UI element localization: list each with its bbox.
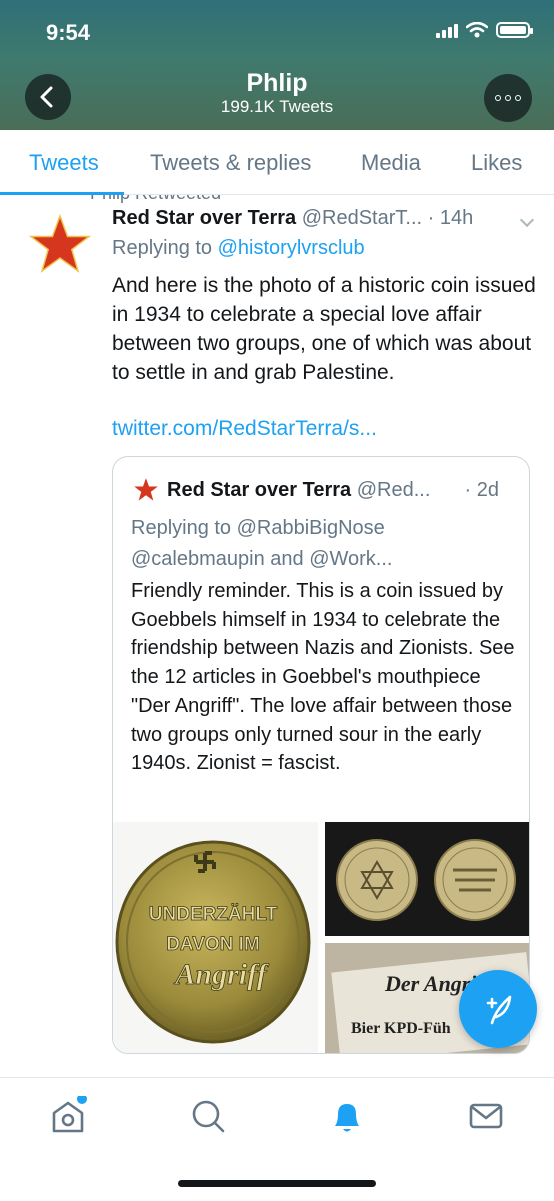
replying-to: Replying to @historylvrsclub bbox=[112, 237, 365, 260]
retweet-label: Phlip Retweeted bbox=[90, 195, 221, 204]
battery-icon bbox=[496, 22, 533, 38]
quoted-tweet-time: · 2d bbox=[464, 479, 499, 501]
avatar[interactable] bbox=[28, 213, 92, 277]
tweet-time: · 14h bbox=[427, 207, 474, 229]
nav-home[interactable] bbox=[48, 1094, 88, 1136]
more-dot-icon bbox=[515, 95, 521, 101]
status-icons bbox=[436, 22, 533, 38]
coin-text-line2: DAVON IM bbox=[166, 934, 260, 955]
home-indicator[interactable] bbox=[178, 1180, 376, 1187]
quoted-replying-to: Replying to @RabbiBigNose @calebmaupin a… bbox=[131, 513, 392, 575]
compose-feather-icon bbox=[486, 995, 512, 1025]
nav-notifications[interactable] bbox=[327, 1096, 367, 1136]
timeline[interactable]: Phlip Retweeted Red Star over Terra @Red… bbox=[0, 195, 554, 1077]
more-options-button[interactable] bbox=[484, 74, 532, 122]
tab-tweets[interactable]: Tweets bbox=[29, 150, 99, 176]
profile-tabs: Tweets Tweets & replies Media Likes bbox=[0, 130, 554, 195]
search-icon bbox=[192, 1100, 225, 1133]
notification-dot-icon bbox=[77, 1094, 87, 1104]
coin-text-line3: Angriff bbox=[173, 958, 269, 991]
chevron-down-icon[interactable] bbox=[519, 212, 535, 228]
profile-header: 9:54 Phlip 199.1K Tweets bbox=[0, 0, 554, 130]
tweet-author-handle[interactable]: @RedStarT... bbox=[302, 207, 422, 229]
quoted-tweet-header: Red Star over Terra @Red... · 2d bbox=[167, 479, 527, 502]
wifi-icon bbox=[466, 22, 488, 38]
nav-search[interactable] bbox=[188, 1096, 228, 1136]
quoted-tweet-text: Friendly reminder. This is a coin issued… bbox=[131, 580, 515, 775]
profile-name: Phlip bbox=[246, 69, 308, 97]
bell-icon bbox=[335, 1104, 359, 1132]
newspaper-subtitle: Bier KPD-Füh bbox=[351, 1020, 451, 1037]
coin-text-line1: UNDERZÄHLT bbox=[149, 904, 278, 925]
cellular-signal-icon bbox=[436, 22, 458, 38]
two-coins-photo[interactable] bbox=[325, 822, 529, 936]
tweet-link[interactable]: twitter.com/RedStarTerra/s... bbox=[112, 417, 377, 441]
compose-tweet-button[interactable] bbox=[459, 970, 537, 1048]
quoted-replying-line: Replying to @RabbiBigNose bbox=[131, 517, 385, 539]
red-star-icon bbox=[134, 478, 158, 501]
tweet-header: Red Star over Terra @RedStarT... · 14h bbox=[112, 207, 542, 230]
coin-image: UNDERZÄHLT DAVON IM Angriff bbox=[115, 840, 311, 1044]
quoted-tweet[interactable]: Red Star over Terra @Red... · 2d Replyin… bbox=[112, 456, 530, 1054]
tweet-author-name[interactable]: Red Star over Terra bbox=[112, 207, 296, 229]
tweet-count: 199.1K Tweets bbox=[220, 97, 334, 116]
red-star-icon bbox=[28, 213, 92, 273]
coin-photo[interactable]: UNDERZÄHLT DAVON IM Angriff bbox=[113, 822, 318, 1053]
status-time: 9:54 bbox=[46, 20, 91, 45]
more-dot-icon bbox=[505, 95, 511, 101]
tweet-text: And here is the photo of a historic coin… bbox=[112, 274, 536, 384]
quoted-author-handle: @Red... bbox=[356, 479, 431, 501]
tab-likes[interactable]: Likes bbox=[471, 150, 522, 176]
replying-to-prefix: Replying to bbox=[112, 237, 213, 259]
home-icon bbox=[52, 1094, 87, 1133]
tab-media[interactable]: Media bbox=[361, 150, 421, 176]
replying-to-link[interactable]: @historylvrsclub bbox=[218, 237, 365, 259]
nav-messages[interactable] bbox=[466, 1096, 506, 1136]
more-dot-icon bbox=[495, 95, 501, 101]
quoted-author-name: Red Star over Terra bbox=[167, 479, 352, 501]
tab-tweets-and-replies[interactable]: Tweets & replies bbox=[150, 150, 311, 176]
quoted-replying-line: @calebmaupin and @Work... bbox=[131, 548, 393, 570]
envelope-icon bbox=[469, 1103, 503, 1129]
two-coins-image bbox=[336, 839, 516, 921]
